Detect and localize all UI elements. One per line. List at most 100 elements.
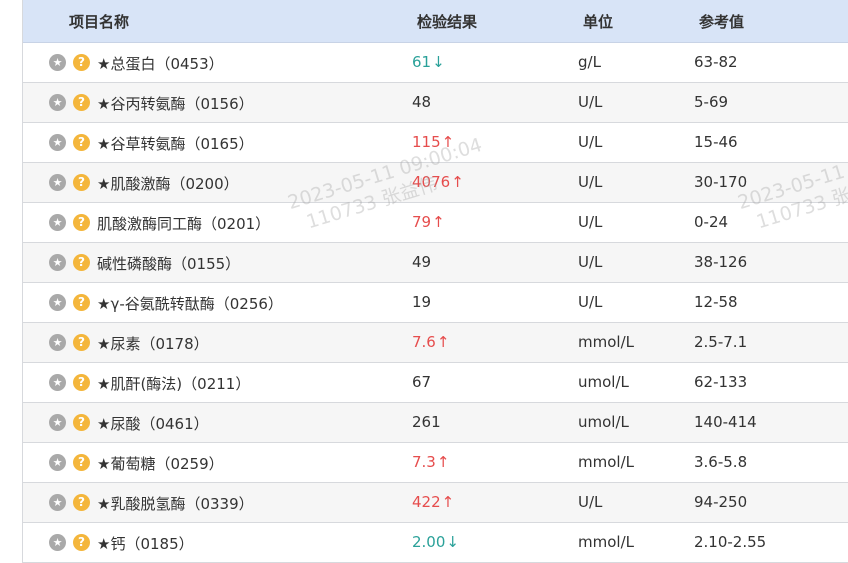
item-reference: 30-170 xyxy=(694,173,748,191)
table-row[interactable]: ★? ★肌酸激酶（0200） 4076↑ U/L 30-170 xyxy=(23,163,848,203)
item-name: ★γ-谷氨酰转酞酶（0256） xyxy=(97,295,283,313)
item-unit: umol/L xyxy=(578,413,629,431)
item-result: 48 xyxy=(412,93,432,111)
table-row[interactable]: ★? ★尿素（0178） 7.6↑ mmol/L 2.5-7.1 xyxy=(23,323,848,363)
result-value: 422 xyxy=(412,493,441,511)
star-icon[interactable]: ★ xyxy=(49,214,66,231)
item-name: 碱性磷酸酶（0155） xyxy=(97,255,241,273)
item-name: ★肌酐(酶法)（0211） xyxy=(97,375,251,393)
arrow-up-icon: ↑ xyxy=(441,493,455,511)
lab-results-table: 项目名称 检验结果 单位 参考值 ★? ★总蛋白（0453） 61↓ g/L 63-82… xyxy=(22,0,848,563)
item-result: 67 xyxy=(412,373,432,391)
question-icon[interactable]: ? xyxy=(73,414,90,431)
table-row[interactable]: ★? ★谷丙转氨酶（0156） 48 U/L 5-69 xyxy=(23,83,848,123)
question-icon[interactable]: ? xyxy=(73,174,90,191)
item-name: ★谷丙转氨酶（0156） xyxy=(97,95,254,113)
table-row[interactable]: ★? ★钙（0185） 2.00↓ mmol/L 2.10-2.55 xyxy=(23,523,848,563)
star-icon[interactable]: ★ xyxy=(49,534,66,551)
item-name: ★总蛋白（0453） xyxy=(97,55,224,73)
result-value: 61 xyxy=(412,53,432,71)
table-row[interactable]: ★? ★总蛋白（0453） 61↓ g/L 63-82 xyxy=(23,43,848,83)
star-icon[interactable]: ★ xyxy=(49,54,66,71)
item-name: ★乳酸脱氢酶（0339） xyxy=(97,495,254,513)
item-reference: 5-69 xyxy=(694,93,729,111)
result-value: 261 xyxy=(412,413,441,431)
table-row[interactable]: ★? ★谷草转氨酶（0165） 115↑ U/L 15-46 xyxy=(23,123,848,163)
item-reference: 140-414 xyxy=(694,413,757,431)
table-row[interactable]: ★? 碱性磷酸酶（0155） 49 U/L 38-126 xyxy=(23,243,848,283)
arrow-up-icon: ↑ xyxy=(451,173,464,191)
table-row[interactable]: ★? ★葡萄糖（0259） 7.3↑ mmol/L 3.6-5.8 xyxy=(23,443,848,483)
arrow-down-icon: ↓ xyxy=(446,533,459,551)
arrow-up-icon: ↑ xyxy=(436,333,450,351)
item-result: 422↑ xyxy=(412,493,454,511)
star-icon[interactable]: ★ xyxy=(49,494,66,511)
star-icon[interactable]: ★ xyxy=(49,94,66,111)
star-icon[interactable]: ★ xyxy=(49,134,66,151)
item-unit: g/L xyxy=(578,53,601,71)
result-value: 19 xyxy=(412,293,432,311)
item-unit: umol/L xyxy=(578,373,629,391)
result-value: 79 xyxy=(412,213,432,231)
item-reference: 15-46 xyxy=(694,133,738,151)
table-header: 项目名称 检验结果 单位 参考值 xyxy=(23,0,848,43)
item-result: 4076↑ xyxy=(412,173,464,191)
question-icon[interactable]: ? xyxy=(73,214,90,231)
item-result: 49 xyxy=(412,253,432,271)
item-result: 61↓ xyxy=(412,53,445,71)
header-reference: 参考值 xyxy=(699,13,745,31)
star-icon[interactable]: ★ xyxy=(49,294,66,311)
item-result: 79↑ xyxy=(412,213,445,231)
item-name: ★尿素（0178） xyxy=(97,335,209,353)
question-icon[interactable]: ? xyxy=(73,54,90,71)
result-value: 48 xyxy=(412,93,432,111)
item-unit: mmol/L xyxy=(578,533,634,551)
question-icon[interactable]: ? xyxy=(73,134,90,151)
item-reference: 2.5-7.1 xyxy=(694,333,748,351)
item-unit: mmol/L xyxy=(578,333,634,351)
star-icon[interactable]: ★ xyxy=(49,254,66,271)
result-value: 2.00 xyxy=(412,533,446,551)
header-name: 项目名称 xyxy=(69,13,130,31)
result-value: 67 xyxy=(412,373,432,391)
item-reference: 62-133 xyxy=(694,373,748,391)
arrow-up-icon: ↑ xyxy=(436,453,450,471)
item-unit: U/L xyxy=(578,253,603,271)
table-row[interactable]: ★? ★γ-谷氨酰转酞酶（0256） 19 U/L 12-58 xyxy=(23,283,848,323)
result-value: 115 xyxy=(412,133,441,151)
star-icon[interactable]: ★ xyxy=(49,414,66,431)
item-result: 115↑ xyxy=(412,133,454,151)
question-icon[interactable]: ? xyxy=(73,254,90,271)
item-result: 261 xyxy=(412,413,442,431)
star-icon[interactable]: ★ xyxy=(49,334,66,351)
item-unit: U/L xyxy=(578,133,603,151)
question-icon[interactable]: ? xyxy=(73,454,90,471)
star-icon[interactable]: ★ xyxy=(49,454,66,471)
table-body: ★? ★总蛋白（0453） 61↓ g/L 63-82 ★? ★谷丙转氨酶（0156） 48 U… xyxy=(23,43,848,563)
question-icon[interactable]: ? xyxy=(73,374,90,391)
item-unit: U/L xyxy=(578,213,603,231)
question-icon[interactable]: ? xyxy=(73,534,90,551)
table-row[interactable]: ★? ★尿酸（0461） 261 umol/L 140-414 xyxy=(23,403,848,443)
item-result: 19 xyxy=(412,293,432,311)
star-icon[interactable]: ★ xyxy=(49,174,66,191)
star-icon[interactable]: ★ xyxy=(49,374,66,391)
item-reference: 38-126 xyxy=(694,253,748,271)
question-icon[interactable]: ? xyxy=(73,294,90,311)
question-icon[interactable]: ? xyxy=(73,94,90,111)
item-reference: 0-24 xyxy=(694,213,729,231)
item-reference: 12-58 xyxy=(694,293,738,311)
result-value: 7.6 xyxy=(412,333,436,351)
item-result: 7.3↑ xyxy=(412,453,449,471)
table-row[interactable]: ★? 肌酸激酶同工酶（0201） 79↑ U/L 0-24 xyxy=(23,203,848,243)
item-result: 2.00↓ xyxy=(412,533,459,551)
arrow-down-icon: ↓ xyxy=(432,53,445,71)
header-result: 检验结果 xyxy=(417,13,478,31)
question-icon[interactable]: ? xyxy=(73,334,90,351)
question-icon[interactable]: ? xyxy=(73,494,90,511)
table-row[interactable]: ★? ★肌酐(酶法)（0211） 67 umol/L 62-133 xyxy=(23,363,848,403)
item-name: ★葡萄糖（0259） xyxy=(97,455,224,473)
item-name: 肌酸激酶同工酶（0201） xyxy=(97,215,271,233)
table-row[interactable]: ★? ★乳酸脱氢酶（0339） 422↑ U/L 94-250 xyxy=(23,483,848,523)
result-value: 49 xyxy=(412,253,432,271)
